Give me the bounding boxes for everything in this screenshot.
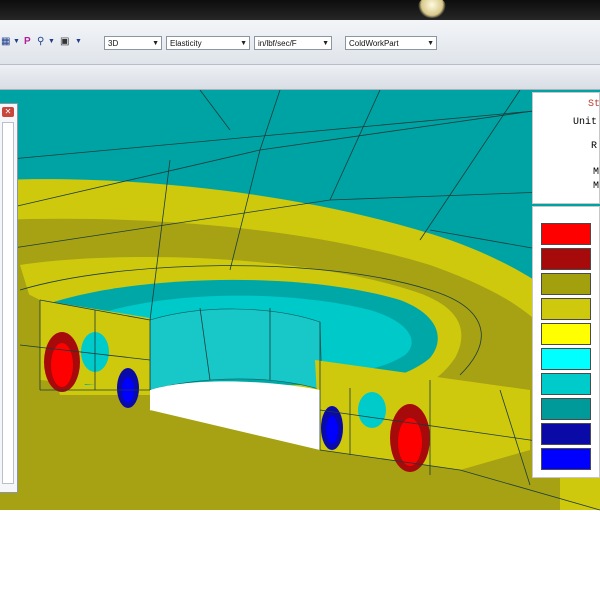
scale-swatch — [541, 348, 591, 370]
dropdown-arrow-icon[interactable]: ▼ — [75, 36, 82, 48]
scale-swatch — [541, 223, 591, 245]
legend-max-label: M — [593, 167, 600, 178]
chevron-down-icon[interactable]: ▼ — [152, 37, 159, 51]
window-title-bar — [0, 0, 600, 20]
legend-result-label: R — [591, 141, 598, 152]
scale-swatch — [541, 398, 591, 420]
hole-inner-wall — [149, 308, 323, 391]
legend-units-label: Unit — [573, 117, 598, 128]
main-toolbar: ▦ ▼ P ⚲ ▼ ▣ ▼ 3D ▼ Elasticity ▼ in/lbf/s… — [0, 20, 600, 65]
stress-contour-model — [0, 90, 600, 511]
close-icon[interactable]: ✕ — [2, 107, 14, 117]
side-dialog-panel: ✕ — [0, 103, 18, 493]
side-panel-content — [2, 122, 14, 484]
plot-icon[interactable]: ▦ — [1, 36, 10, 48]
clipboard-icon[interactable]: ▣ — [60, 36, 69, 48]
secondary-toolbar — [0, 65, 600, 90]
scale-swatch — [541, 423, 591, 445]
dropdown-arrow-icon[interactable]: ▼ — [48, 36, 55, 48]
scale-swatch — [541, 298, 591, 320]
scale-swatch — [541, 273, 591, 295]
chevron-down-icon[interactable]: ▼ — [427, 37, 434, 51]
left-edge-face — [20, 290, 40, 390]
right-compression-core — [326, 416, 338, 444]
legend-title: St — [588, 99, 600, 110]
filter-icon[interactable]: ⚲ — [37, 36, 44, 48]
legend-header: St Unit R M M — [532, 92, 600, 204]
part-value: ColdWorkPart — [349, 39, 399, 48]
color-scale — [532, 206, 600, 478]
units-value: in/lbf/sec/F — [258, 39, 297, 48]
model-viewport[interactable] — [0, 90, 600, 600]
analysis-type-value: Elasticity — [170, 39, 202, 48]
chevron-down-icon[interactable]: ▼ — [240, 37, 247, 51]
part-select[interactable]: ColdWorkPart ▼ — [345, 36, 437, 50]
scale-swatch — [541, 248, 591, 270]
right-tension-core — [398, 418, 422, 466]
dropdown-arrow-icon[interactable]: ▼ — [13, 36, 20, 48]
view-mode-value: 3D — [108, 39, 119, 48]
scale-swatch — [541, 323, 591, 345]
legend-min-label: M — [593, 181, 600, 192]
right-shear-zone — [358, 392, 386, 428]
scale-swatch — [541, 373, 591, 395]
view-mode-select[interactable]: 3D ▼ — [104, 36, 162, 50]
scale-swatch — [541, 448, 591, 470]
app-orb-icon[interactable] — [418, 0, 446, 18]
units-select[interactable]: in/lbf/sec/F ▼ — [254, 36, 332, 50]
chevron-down-icon[interactable]: ▼ — [322, 37, 329, 51]
analysis-type-select[interactable]: Elasticity ▼ — [166, 36, 250, 50]
probe-icon[interactable]: P — [24, 36, 31, 48]
